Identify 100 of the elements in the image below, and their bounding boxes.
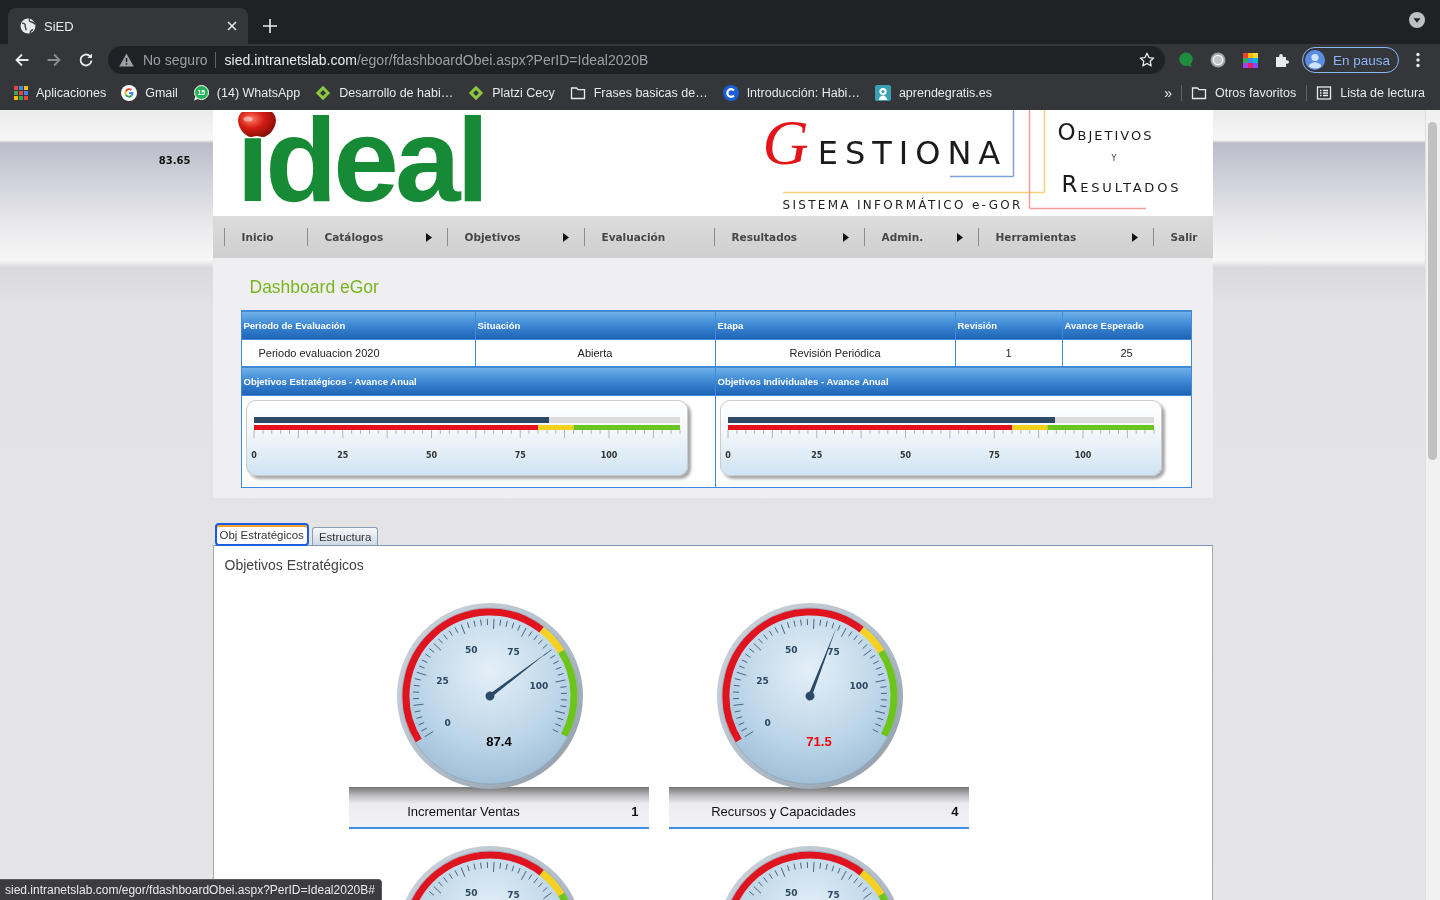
objective-count: 1 [631, 804, 639, 819]
list-icon [1316, 85, 1333, 101]
section-header: Objetivos Estratégicos - Avance Anual [241, 366, 715, 396]
scale-label: 100 [529, 680, 548, 691]
gauge-value: 71.5 [805, 734, 832, 749]
bookmark-link[interactable]: Otros favoritos [1190, 85, 1297, 101]
objective-name: Recursos y Capacidades [711, 804, 856, 819]
column-header: Periodo de Evaluación [241, 310, 475, 340]
color-grid-icon[interactable] [1242, 52, 1258, 68]
tile-icon [874, 85, 891, 101]
scale-label: 75 [826, 889, 840, 900]
menu-item[interactable]: Objetivos [446, 228, 584, 246]
forward-arrow-icon[interactable] [46, 52, 62, 68]
tab[interactable]: Estructura [311, 527, 379, 545]
gauge-value: 87.4 [485, 734, 512, 749]
value-text: 83.65 [158, 155, 191, 167]
menu-item[interactable]: Salir [1152, 228, 1213, 246]
menu-item[interactable]: Admin. [863, 228, 978, 246]
c-logo-icon [722, 85, 739, 101]
objective-name: Incrementar Ventas [407, 804, 520, 819]
apps-grid-icon [14, 86, 28, 100]
scale-label: 50 [464, 644, 478, 655]
table-cell: Abierta [475, 339, 715, 367]
table-cell: 1 [955, 339, 1062, 367]
objective-count: 4 [951, 804, 959, 819]
address-bar[interactable]: No seguro sied.intranetslab.com/egor/fdashboardObei.aspx?PerID=Ideal2020B [108, 46, 1165, 74]
column-header: Situación [475, 310, 715, 340]
tagline-text: Y [1111, 153, 1117, 165]
globe-icon [20, 18, 36, 34]
scale-label: 75 [506, 646, 520, 657]
puzzle-icon[interactable] [1274, 52, 1290, 68]
scale-label: 0 [443, 717, 451, 728]
reload-icon[interactable] [78, 52, 94, 68]
url-text[interactable]: sied.intranetslab.com/egor/fdashboardObei.aspx?PerID=Ideal2020B [224, 52, 649, 68]
section-header: Objetivos Individuales - Avance Anual [715, 366, 1191, 396]
bookmark-link[interactable]: aprendegratis.es [874, 85, 993, 101]
menu-item[interactable]: Herramientas [977, 228, 1153, 246]
warning-icon [119, 53, 134, 67]
more-menu-icon[interactable] [1416, 52, 1420, 68]
folder-icon [569, 85, 586, 101]
caret-down-icon[interactable] [1409, 12, 1425, 28]
bookmark-link[interactable]: Introducción: Habi… [722, 85, 860, 101]
scale-label: 75 [506, 889, 520, 900]
table-cell: 25 [1062, 339, 1191, 367]
speech-bubble-icon[interactable] [1178, 52, 1194, 68]
more-bookmarks-button[interactable]: » [1164, 85, 1172, 101]
scale-label: 50 [464, 887, 478, 898]
browser-tab[interactable]: SiED [8, 8, 248, 44]
menu-item[interactable]: Catálogos [306, 228, 447, 246]
scale-label: 25 [435, 675, 449, 686]
scale-label: 50 [899, 451, 911, 460]
tagline-text: OBJETIVOS [1057, 120, 1154, 147]
scale-label: 75 [988, 451, 1000, 460]
bookmark-link[interactable]: Aplicaciones [14, 86, 107, 100]
scale-label: 0 [250, 451, 257, 460]
tab[interactable]: Obj Estratégicos [214, 523, 309, 546]
scale-label: 50 [425, 451, 437, 460]
plus-icon[interactable] [263, 19, 277, 33]
ring-icon[interactable] [1210, 52, 1226, 68]
scale-label: 0 [763, 717, 771, 728]
scale-label: 50 [784, 887, 798, 898]
folder-icon [1190, 85, 1207, 101]
scale-label: 50 [784, 644, 798, 655]
scale-label: 100 [600, 451, 617, 460]
close-icon[interactable] [227, 21, 237, 31]
scale-label: 75 [514, 451, 526, 460]
panel-title: Objetivos Estratégicos [224, 556, 364, 574]
logo-link[interactable]: ideal [236, 112, 486, 208]
product-title: GESTIONA [762, 121, 1008, 168]
g-logo-icon [121, 85, 138, 101]
avatar-icon [1305, 50, 1325, 70]
column-header: Avance Esperado [1062, 310, 1191, 340]
bookmark-link[interactable]: Lista de lectura [1316, 85, 1425, 101]
menu-item[interactable]: Resultados [713, 228, 864, 246]
column-header: Revisión [955, 310, 1062, 340]
scale-label: 25 [336, 451, 348, 460]
diamond-icon [315, 85, 332, 101]
diamond-icon [468, 85, 485, 101]
dashboard-title: Dashboard eGor [249, 276, 379, 298]
bookmark-link[interactable]: Platzi Cecy [468, 85, 555, 101]
scale-label: 0 [724, 451, 731, 460]
star-icon[interactable] [1139, 52, 1155, 68]
tagline-text: RESULTADOS [1061, 172, 1182, 199]
product-subtitle: SISTEMA INFORMÁTICO e-GOR [782, 198, 1023, 213]
table-cell: Revisión Periódica [715, 339, 955, 367]
scale-label: 100 [849, 680, 868, 691]
menu-item[interactable]: Inicio [223, 228, 307, 246]
bookmark-link[interactable]: Gmail [121, 85, 178, 101]
scale-label: 25 [810, 451, 822, 460]
menu-item[interactable]: Evaluación [583, 228, 714, 246]
security-label[interactable]: No seguro [143, 52, 208, 68]
chat-bubble-icon [192, 85, 209, 101]
scrollbar-thumb[interactable] [1428, 122, 1437, 460]
scale-label: 25 [755, 675, 769, 686]
bookmark-link[interactable]: Desarrollo de habi… [315, 85, 454, 101]
scale-label: 100 [1074, 451, 1091, 460]
scale-label: 75 [826, 646, 840, 657]
back-arrow-icon[interactable] [14, 52, 30, 68]
bookmark-link[interactable]: Frases basicas de… [569, 85, 708, 101]
column-header: Etapa [715, 310, 955, 340]
